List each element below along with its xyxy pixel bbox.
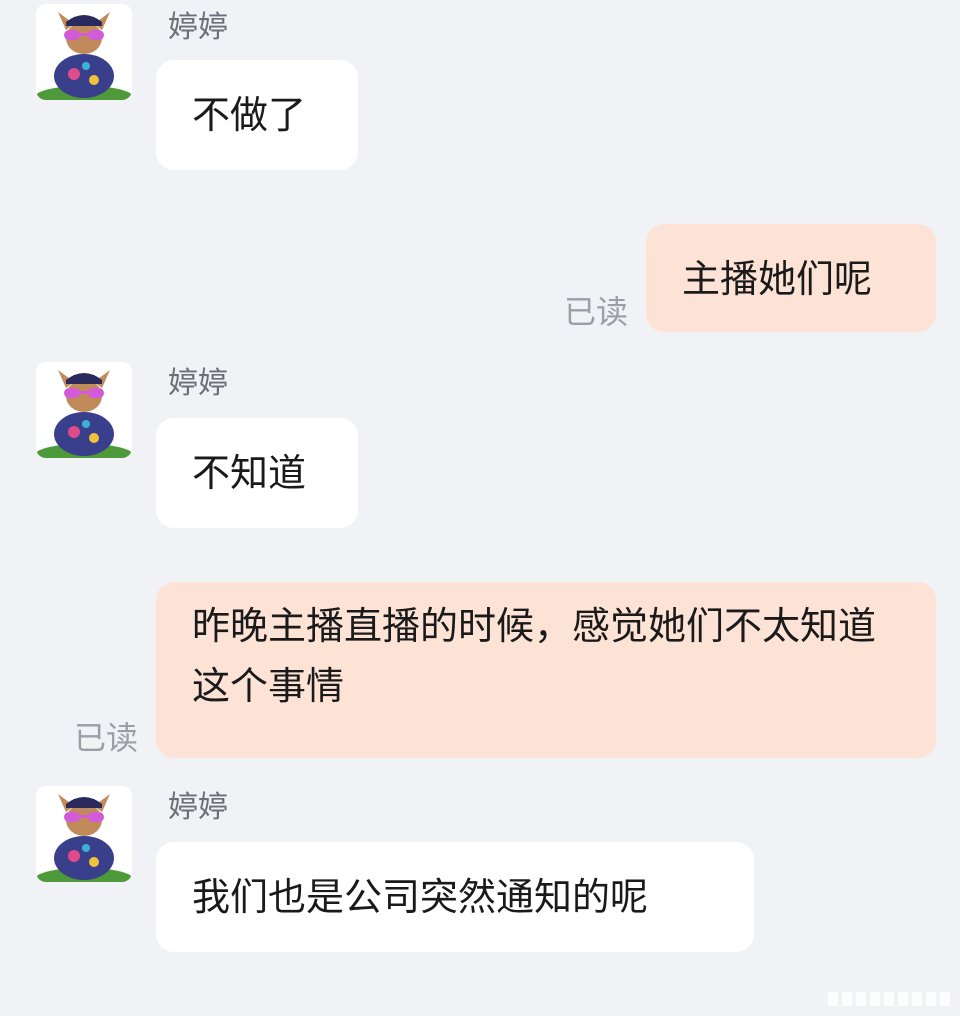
message-row-5: 婷婷 我们也是公司突然通知的呢 (0, 780, 960, 980)
message-row-2: 已读 主播她们呢 (0, 216, 960, 346)
chihuahua-avatar-icon[interactable] (36, 362, 132, 458)
message-row-4: 已读 昨晚主播直播的时候，感觉她们不太知道这个事情 (0, 578, 960, 760)
message-bubble-incoming[interactable]: 我们也是公司突然通知的呢 (156, 842, 754, 952)
watermark-icon (828, 992, 950, 1006)
read-receipt: 已读 (74, 719, 139, 757)
message-bubble-incoming[interactable]: 不做了 (156, 60, 358, 170)
sender-name: 婷婷 (168, 10, 228, 45)
chihuahua-avatar-icon[interactable] (36, 786, 132, 882)
message-row-1: 婷婷 不做了 (0, 0, 960, 180)
chihuahua-avatar-icon[interactable] (36, 4, 132, 100)
message-bubble-incoming[interactable]: 不知道 (156, 418, 358, 528)
sender-name: 婷婷 (168, 366, 228, 401)
message-bubble-outgoing[interactable]: 昨晚主播直播的时候，感觉她们不太知道这个事情 (156, 582, 936, 758)
read-receipt: 已读 (564, 293, 629, 331)
sender-name: 婷婷 (168, 790, 228, 825)
message-bubble-outgoing[interactable]: 主播她们呢 (646, 224, 936, 332)
message-row-3: 婷婷 不知道 (0, 360, 960, 540)
